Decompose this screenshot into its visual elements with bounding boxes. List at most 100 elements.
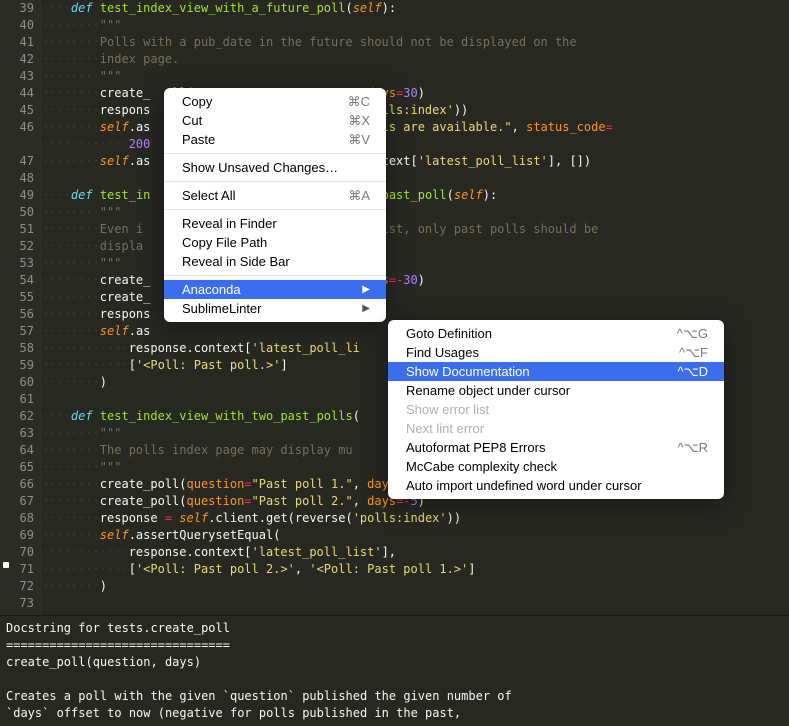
menu-shortcut: ^⌥F	[679, 345, 708, 361]
anaconda-menu-item-find-usages[interactable]: Find Usages ^⌥F	[388, 343, 724, 362]
menu-item-label: Goto Definition	[406, 326, 492, 341]
context-menu-separator	[164, 153, 386, 154]
menu-shortcut: ^⌥G	[677, 326, 708, 342]
menu-item-label: Show Unsaved Changes…	[182, 160, 338, 175]
line-number: 43	[0, 68, 34, 85]
line-number: 73	[0, 595, 34, 612]
menu-item-label: SublimeLinter	[182, 301, 262, 316]
menu-item-label: Paste	[182, 132, 215, 147]
line-number: 63	[0, 425, 34, 442]
code-line[interactable]: ········"""	[42, 68, 789, 85]
anaconda-menu-item-mccabe-complexity-check[interactable]: McCabe complexity check	[388, 457, 724, 476]
context-menu-separator	[164, 275, 386, 276]
menu-item-label: Rename object under cursor	[406, 383, 570, 398]
code-editor-area[interactable]: ····def test_index_view_with_a_future_po…	[42, 0, 789, 612]
menu-shortcut: ^⌥R	[678, 440, 708, 456]
context-menu-item-show-unsaved-changes[interactable]: Show Unsaved Changes…	[164, 158, 386, 177]
menu-shortcut: ⌘V	[348, 132, 370, 148]
menu-item-label: Find Usages	[406, 345, 479, 360]
context-menu-item-reveal-in-finder[interactable]: Reveal in Finder	[164, 214, 386, 233]
menu-item-label: Select All	[182, 188, 235, 203]
line-number: 67	[0, 493, 34, 510]
line-number: 55	[0, 289, 34, 306]
anaconda-menu-item-show-documentation[interactable]: Show Documentation ^⌥D	[388, 362, 724, 381]
code-line[interactable]	[42, 595, 789, 612]
menu-item-label: Reveal in Side Bar	[182, 254, 290, 269]
menu-item-label: Autoformat PEP8 Errors	[406, 440, 545, 455]
line-number: 42	[0, 51, 34, 68]
line-number: 57	[0, 323, 34, 340]
code-line[interactable]: ········response = self.client.get(rever…	[42, 510, 789, 527]
menu-shortcut: ^⌥D	[678, 364, 708, 380]
code-line[interactable]: ········)	[42, 578, 789, 595]
context-menu-item-select-all[interactable]: Select All ⌘A	[164, 186, 386, 205]
context-menu-item-reveal-in-side-bar[interactable]: Reveal in Side Bar	[164, 252, 386, 271]
anaconda-menu-item-next-lint-error: Next lint error	[388, 419, 724, 438]
code-line[interactable]: ············['<Poll: Past poll 2.>', '<P…	[42, 561, 789, 578]
menu-item-label: Show error list	[406, 402, 489, 417]
chevron-right-icon: ▶	[362, 303, 370, 314]
line-number: 49	[0, 187, 34, 204]
menu-item-label: Copy File Path	[182, 235, 267, 250]
context-menu[interactable]: Copy⌘CCut⌘X Paste ⌘V Show Unsaved Changes… S…	[164, 88, 386, 322]
context-menu-item-copy-file-path[interactable]: Copy File Path	[164, 233, 386, 252]
code-line[interactable]: ········create_ ays=-30)	[42, 272, 789, 289]
code-line[interactable]: ········Even i exist, only past polls sh…	[42, 221, 789, 238]
anaconda-menu-item-goto-definition[interactable]: Goto Definition ^⌥G	[388, 324, 724, 343]
code-line[interactable]: ····def test_in d_past_poll(self):	[42, 187, 789, 204]
code-line[interactable]: ········respons polls:index'))	[42, 102, 789, 119]
code-line[interactable]: ············200	[42, 136, 789, 153]
line-number: 66	[0, 476, 34, 493]
line-number: 70	[0, 544, 34, 561]
anaconda-menu-item-autoformat-pep8-errors[interactable]: Autoformat PEP8 Errors ^⌥R	[388, 438, 724, 457]
code-line[interactable]: ········"""	[42, 255, 789, 272]
line-number: 52	[0, 238, 34, 255]
docstring-panel: Docstring for tests.create_poll=========…	[0, 615, 789, 726]
code-line[interactable]: ············response.context['latest_pol…	[42, 544, 789, 561]
code-line[interactable]: ····def test_index_view_with_a_future_po…	[42, 0, 789, 17]
line-number	[0, 136, 34, 153]
line-number: 41	[0, 34, 34, 51]
menu-item-label: Next lint error	[406, 421, 484, 436]
code-line[interactable]: ········displa	[42, 238, 789, 255]
code-line[interactable]: ········"""	[42, 17, 789, 34]
code-line[interactable]: ········create_	[42, 289, 789, 306]
line-number: 61	[0, 391, 34, 408]
code-line[interactable]: ········"""	[42, 204, 789, 221]
menu-item-label: Auto import undefined word under cursor	[406, 478, 642, 493]
line-number: 48	[0, 170, 34, 187]
line-number: 44	[0, 85, 34, 102]
menu-shortcut: ⌘C	[348, 94, 370, 110]
code-line[interactable]: ········self.assertQuerysetEqual(	[42, 527, 789, 544]
code-line[interactable]: ········self.as ontext['latest_poll_list…	[42, 153, 789, 170]
context-menu-item-sublimelinter[interactable]: SublimeLinter ▶	[164, 299, 386, 318]
line-number: 51	[0, 221, 34, 238]
line-number: 69	[0, 527, 34, 544]
line-number: 65	[0, 459, 34, 476]
line-number: 53	[0, 255, 34, 272]
anaconda-menu-item-auto-import-undefined-word-under-cursor[interactable]: Auto import undefined word under cursor	[388, 476, 724, 495]
menu-item-label: Show Documentation	[406, 364, 530, 379]
code-line[interactable]: ········self.as olls are available.", st…	[42, 119, 789, 136]
line-number: 68	[0, 510, 34, 527]
menu-shortcut: ⌘A	[348, 188, 370, 204]
code-line[interactable]: ········Polls with a pub_date in the fut…	[42, 34, 789, 51]
line-number: 39	[0, 0, 34, 17]
line-number: 46	[0, 119, 34, 136]
context-menu-item-copy[interactable]: Copy⌘C	[164, 92, 386, 111]
anaconda-submenu[interactable]: Goto Definition^⌥GFind Usages^⌥FShow Doc…	[388, 320, 724, 499]
code-line[interactable]: ········create_ ll( days=30)	[42, 85, 789, 102]
context-menu-separator	[164, 209, 386, 210]
anaconda-menu-item-rename-object-under-cursor[interactable]: Rename object under cursor	[388, 381, 724, 400]
line-number: 47	[0, 153, 34, 170]
code-line[interactable]	[42, 170, 789, 187]
line-number: 64	[0, 442, 34, 459]
line-number: 72	[0, 578, 34, 595]
context-menu-item-anaconda[interactable]: Anaconda▶	[164, 280, 386, 299]
context-menu-item-cut[interactable]: Cut⌘X	[164, 111, 386, 130]
context-menu-item-paste[interactable]: Paste ⌘V	[164, 130, 386, 149]
line-number: 60	[0, 374, 34, 391]
menu-item-label: Anaconda	[182, 282, 241, 297]
line-number: 40	[0, 17, 34, 34]
code-line[interactable]: ········index page.	[42, 51, 789, 68]
